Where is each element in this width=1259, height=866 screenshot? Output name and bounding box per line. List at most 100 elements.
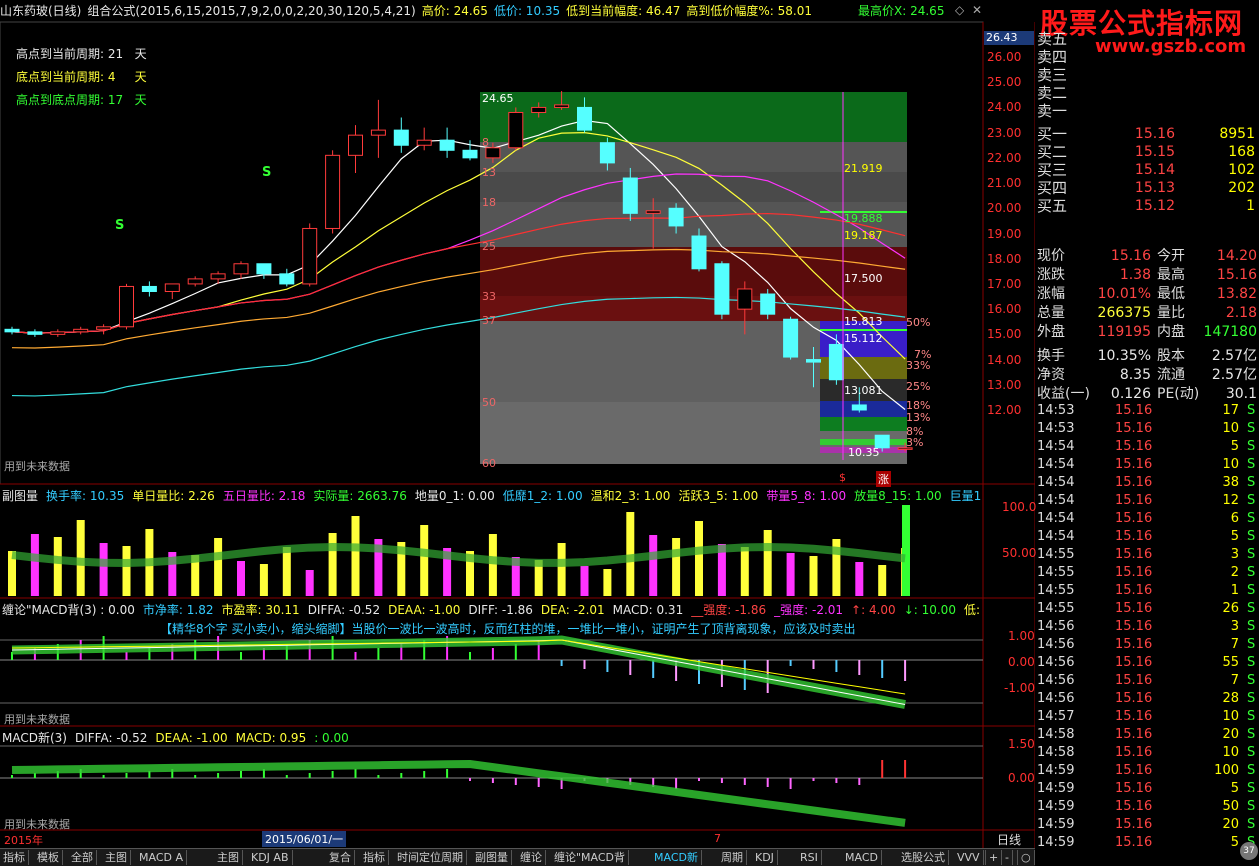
indicator-tab[interactable]: 模板	[34, 850, 63, 865]
indicator-tab[interactable]: VVV	[954, 850, 984, 865]
current-price-box: 26.43	[984, 31, 1034, 45]
candle-body	[714, 263, 730, 315]
indicator-tab[interactable]: 全部	[68, 850, 97, 865]
period-label[interactable]: 日线	[997, 831, 1021, 848]
indicator-tab[interactable]: 主图	[214, 850, 243, 865]
stat-cell: 13.82	[1216, 286, 1257, 302]
indicator-tab[interactable]: 指标	[0, 850, 29, 865]
legend-item: 实际量: 2663.76	[313, 489, 407, 503]
price-axis-label: 17.00	[987, 276, 1022, 291]
tick-cell: 14:59	[1037, 763, 1075, 778]
stat-cell: 流通	[1157, 367, 1185, 383]
tick-cell: 14:55	[1037, 547, 1075, 562]
candle-body	[50, 331, 66, 335]
zoom-control[interactable]: ○	[1017, 850, 1035, 865]
stat-cell: 10.35%	[1097, 348, 1151, 364]
volume-bar	[809, 556, 818, 596]
tick-cell: 15.16	[1115, 475, 1153, 490]
tick-cell: 12	[1222, 493, 1239, 508]
indicator-tab[interactable]: 时间定位周期	[394, 850, 467, 865]
indicator-tab[interactable]: 复合	[326, 850, 355, 865]
volume-bar	[214, 538, 223, 596]
ask-row[interactable]: 卖一	[1035, 102, 1259, 120]
indicator-tab[interactable]: 副图量	[472, 850, 512, 865]
tick-cell: 14:54	[1037, 511, 1075, 526]
tick-cell: 14:55	[1037, 583, 1075, 598]
tick-cell: S	[1247, 511, 1256, 526]
indicator-tab[interactable]: MACD A	[136, 850, 187, 865]
tick-cell: S	[1247, 673, 1256, 688]
volume-bar	[855, 562, 864, 596]
kline-chart-area[interactable]	[0, 0, 1035, 848]
tick-cell: S	[1247, 529, 1256, 544]
tick-row: 14:54 15.16 6 S	[1035, 510, 1259, 528]
quote-stat-row: 总量 266375 量比 2.18	[1035, 304, 1259, 323]
tick-cell: 14:53	[1037, 403, 1075, 418]
diff-ribbon	[11, 759, 906, 827]
tick-cell: S	[1247, 745, 1256, 760]
bid-row[interactable]: 买五 15.12 1	[1035, 197, 1259, 215]
candle-body	[141, 285, 157, 292]
macd-new-legend: MACD新(3) DIFFA: -0.52 DEAA: -1.00 MACD: 0.9…	[2, 729, 982, 746]
zoom-control[interactable]: -	[1001, 850, 1013, 865]
indicator-tab[interactable]: 选股公式	[898, 850, 949, 865]
bid-row[interactable]: 买二 15.15 168	[1035, 143, 1259, 161]
legend-item: DEAA: -1.00	[388, 603, 461, 617]
tick-cell: 15.16	[1115, 439, 1153, 454]
indicator-tab[interactable]: MACD	[842, 850, 882, 865]
tick-row: 14:54 15.16 5 S	[1035, 438, 1259, 456]
legend-item: : 0.00	[314, 731, 349, 745]
month-mark: 7	[714, 832, 721, 845]
candle-body	[508, 111, 524, 149]
tick-cell: S	[1247, 799, 1256, 814]
price-axis-label: 26.00	[987, 50, 1022, 64]
tick-cell: 15.16	[1115, 817, 1153, 832]
price-axis-label: 19.00	[987, 226, 1022, 241]
legend-item: ↓: 10.00	[903, 603, 956, 617]
level-label: 卖一	[1037, 102, 1068, 120]
indicator-tab[interactable]: 缠论	[517, 850, 546, 865]
tick-cell: 15.16	[1115, 763, 1153, 778]
indicator-tab[interactable]: 周期	[718, 850, 747, 865]
indicator-tab[interactable]: 主图	[102, 850, 131, 865]
price-axis-label: 14.00	[987, 352, 1022, 367]
indicator-tab[interactable]: KDJ	[752, 850, 778, 865]
indicator-tab[interactable]: KDJ AB	[248, 850, 293, 865]
candle-body	[622, 177, 638, 214]
fib-label: 18	[482, 196, 496, 209]
bid-row[interactable]: 买三 15.14 102	[1035, 161, 1259, 179]
indicator-tab[interactable]: 指标	[360, 850, 389, 865]
tick-cell: 100	[1214, 763, 1239, 778]
tick-cell: S	[1247, 475, 1256, 490]
ask-row[interactable]: 卖三	[1035, 66, 1259, 84]
candle-body	[279, 273, 295, 285]
legend-item: 五日量比: 2.18	[222, 489, 306, 503]
bid-row[interactable]: 买四 15.13 202	[1035, 179, 1259, 197]
level-label: 卖四	[1037, 48, 1068, 66]
signal-s: S	[115, 218, 125, 233]
ask-row[interactable]: 卖五	[1035, 30, 1259, 48]
volume-bar	[786, 553, 795, 596]
zone-band	[820, 417, 907, 431]
page-badge-icon[interactable]: 37	[1240, 842, 1258, 860]
indicator-tab[interactable]: MACD新	[651, 850, 702, 865]
signal-s: S	[262, 165, 272, 180]
tick-row: 14:57 15.16 10 S	[1035, 708, 1259, 726]
indicator-tab[interactable]: 缠论"MACD背	[551, 850, 630, 865]
volume-bar	[351, 516, 360, 596]
ask-row[interactable]: 卖二	[1035, 84, 1259, 102]
indicator-tab[interactable]: RSI	[797, 850, 822, 865]
fib-label: 13	[482, 166, 496, 179]
pct-label: 25%	[906, 380, 931, 393]
zoom-control[interactable]: +	[985, 850, 1003, 865]
bid-row[interactable]: 买一 15.16 8951	[1035, 125, 1259, 143]
legend-item: 低: 10.50	[963, 603, 982, 617]
tick-cell: S	[1247, 439, 1256, 454]
stat-cell: 总量	[1037, 305, 1065, 321]
ask-row[interactable]: 卖四	[1035, 48, 1259, 66]
stat-cell: 14.20	[1216, 248, 1257, 264]
level-label: 19.187	[844, 229, 883, 242]
stat-cell: 今开	[1157, 248, 1185, 264]
candle-body	[554, 104, 570, 108]
stat-cell: 涨幅	[1037, 286, 1065, 302]
